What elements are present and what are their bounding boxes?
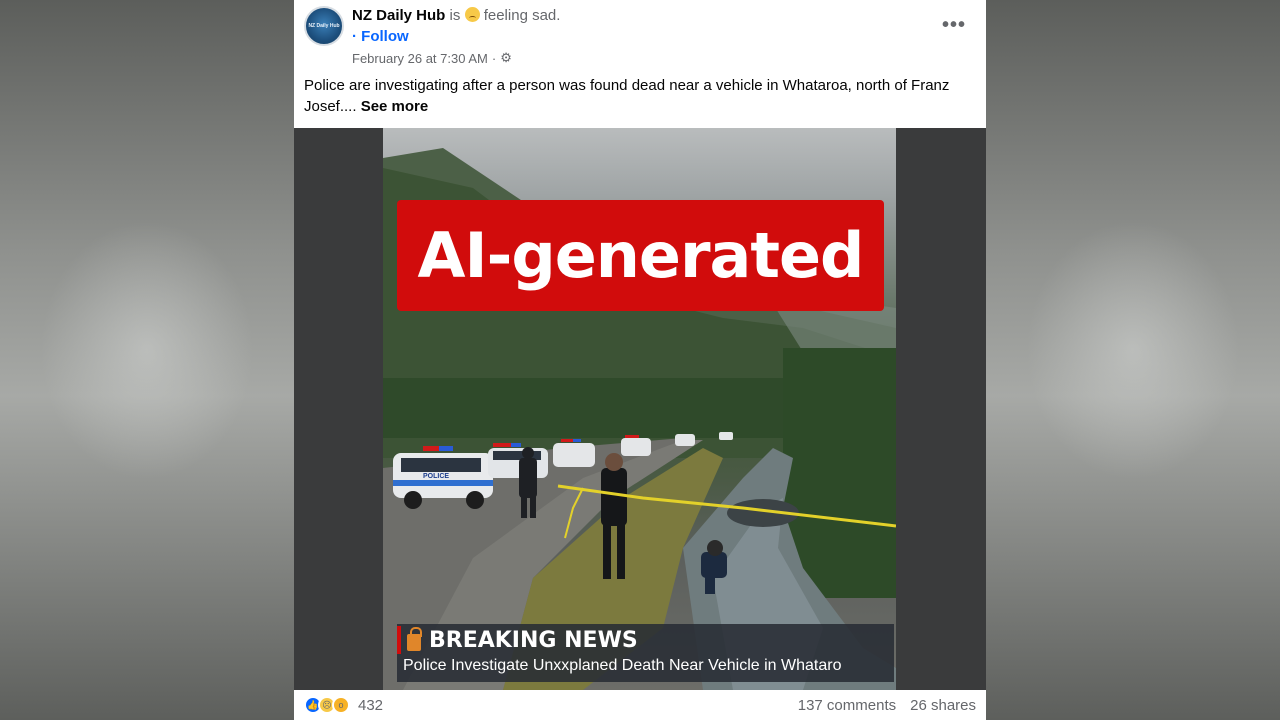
shares-count[interactable]: 26 shares [910, 697, 976, 714]
timestamp-text[interactable]: February 26 at 7:30 AM [352, 51, 488, 66]
sad-face-icon [464, 7, 480, 22]
blurred-background-left [0, 0, 294, 720]
post-timestamp: February 26 at 7:30 AM · ⚙ [352, 50, 512, 66]
post-text: Police are investigating after a person … [304, 75, 974, 117]
car-label: POLICE [423, 473, 449, 480]
reactions-summary[interactable]: 👍 ☹ o 432 [304, 696, 383, 714]
is-text: is [449, 7, 461, 24]
post-media[interactable]: POLICE AI-generated BREAKING NEWS Police… [294, 128, 986, 690]
breaking-news-headline: Police Investigate Unxxplaned Death Near… [403, 657, 842, 674]
breaking-news-bar: BREAKING NEWS Police Investigate Unxxpla… [397, 624, 894, 682]
blurred-background-right [986, 0, 1280, 720]
audience-gear-icon[interactable]: ⚙ [500, 50, 512, 66]
feeling-text: feeling sad. [483, 7, 561, 24]
breaking-news-title: BREAKING NEWS [429, 627, 638, 653]
facebook-post: NZ Daily Hub NZ Daily Hub is feeling sad… [294, 0, 986, 720]
see-more-link[interactable]: See more [361, 98, 429, 115]
avatar[interactable]: NZ Daily Hub [304, 6, 344, 46]
post-header: NZ Daily Hub NZ Daily Hub is feeling sad… [294, 0, 986, 128]
lock-icon [407, 626, 422, 651]
follow-button[interactable]: · Follow [352, 28, 409, 45]
ai-generated-label: AI-generated [397, 200, 884, 311]
comments-count[interactable]: 137 comments [798, 697, 896, 714]
reaction-count[interactable]: 432 [358, 697, 383, 714]
avatar-text: NZ Daily Hub [308, 23, 340, 29]
timestamp-separator: · [491, 50, 497, 66]
wow-reaction-icon: o [332, 696, 350, 714]
breaking-accent [397, 626, 401, 654]
post-footer: 👍 ☹ o 432 137 comments 26 shares [294, 690, 986, 720]
post-photo[interactable]: POLICE AI-generated BREAKING NEWS Police… [383, 128, 896, 690]
more-options-icon[interactable]: ••• [942, 14, 966, 37]
author-name[interactable]: NZ Daily Hub [352, 7, 445, 24]
author-line: NZ Daily Hub is feeling sad. [352, 7, 560, 24]
